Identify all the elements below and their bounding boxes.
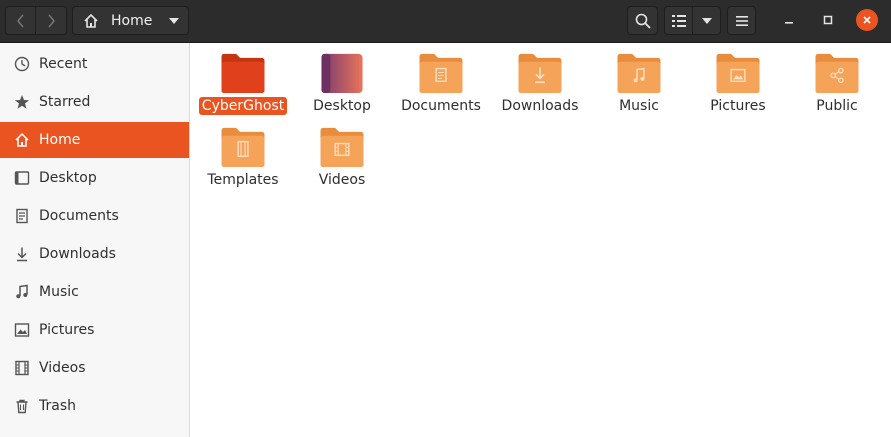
sidebar-item-label: Home <box>39 132 81 148</box>
caret-down-icon <box>701 17 712 24</box>
music-icon <box>13 283 31 301</box>
sidebar-item-recent[interactable]: Recent <box>0 46 189 82</box>
folder-templates-icon <box>221 127 265 168</box>
menu-button[interactable] <box>727 6 756 35</box>
sidebar-item-label: Music <box>39 284 79 300</box>
folder-music-icon <box>617 53 661 94</box>
sidebar-item-label: Starred <box>39 94 91 110</box>
file-name: Videos <box>318 172 366 188</box>
folder-public-icon <box>815 53 859 94</box>
file-name: Templates <box>207 172 279 188</box>
caret-down-icon <box>169 18 179 24</box>
minimize-icon <box>785 22 793 24</box>
sidebar-item-label: Downloads <box>39 246 116 262</box>
file-name: CyberGhost <box>198 97 288 115</box>
desktop-icon <box>13 169 31 187</box>
sidebar-item-label: Recent <box>39 56 88 72</box>
home-icon <box>84 13 98 28</box>
file-name: Public <box>816 98 858 114</box>
folder-red-icon <box>221 53 265 94</box>
back-button[interactable] <box>5 6 36 35</box>
file-name: Pictures <box>710 98 766 114</box>
document-icon <box>13 207 31 225</box>
sidebar-item-desktop[interactable]: Desktop <box>0 160 189 196</box>
view-options-dropdown[interactable] <box>693 6 721 35</box>
sidebar-item-documents[interactable]: Documents <box>0 198 189 234</box>
folder-pictures-icon <box>716 53 760 94</box>
file-view: CyberGhost Desktop Documents Downloads M… <box>190 43 891 437</box>
folder-videos-icon <box>320 127 364 168</box>
list-view-button[interactable] <box>664 6 693 35</box>
search-icon <box>635 13 651 29</box>
sidebar-item-label: Desktop <box>39 170 97 186</box>
sidebar-item-trash[interactable]: Trash <box>0 388 189 424</box>
maximize-icon <box>823 15 833 25</box>
close-icon <box>863 16 871 24</box>
search-button[interactable] <box>627 6 658 35</box>
forward-button[interactable] <box>36 6 67 35</box>
sidebar-item-label: Documents <box>39 208 119 224</box>
clock-icon <box>13 55 31 73</box>
sidebar-item-videos[interactable]: Videos <box>0 350 189 386</box>
star-icon <box>13 93 31 111</box>
home-icon <box>13 131 31 149</box>
chevron-left-icon <box>16 14 24 27</box>
hamburger-menu-icon <box>735 15 748 26</box>
minimize-button[interactable] <box>778 9 800 31</box>
sidebar-item-pictures[interactable]: Pictures <box>0 312 189 348</box>
download-icon <box>13 245 31 263</box>
file-name: Music <box>619 98 659 114</box>
file-item-desktop[interactable]: Desktop <box>295 45 389 115</box>
file-name: Desktop <box>313 98 371 114</box>
sidebar-item-home[interactable]: Home <box>0 122 189 158</box>
file-item-music[interactable]: Music <box>592 45 686 115</box>
file-name: Documents <box>401 98 481 114</box>
path-bar-home-button[interactable]: Home <box>72 6 189 35</box>
file-item-pictures[interactable]: Pictures <box>691 45 785 115</box>
folder-downloads-icon <box>518 53 562 94</box>
sidebar: Recent Starred Home Desktop Documents Do… <box>0 43 190 437</box>
sidebar-item-starred[interactable]: Starred <box>0 84 189 120</box>
sidebar-item-label: Trash <box>39 398 76 414</box>
sidebar-item-label: Videos <box>39 360 86 376</box>
file-item-public[interactable]: Public <box>790 45 884 115</box>
folder-documents-icon <box>419 53 463 94</box>
file-name: Downloads <box>501 98 579 114</box>
path-bar-label: Home <box>111 12 153 29</box>
sidebar-item-music[interactable]: Music <box>0 274 189 310</box>
file-item-downloads[interactable]: Downloads <box>493 45 587 115</box>
video-icon <box>13 359 31 377</box>
sidebar-item-label: Pictures <box>39 322 95 338</box>
folder-desktop-icon <box>321 53 363 94</box>
file-item-documents[interactable]: Documents <box>394 45 488 115</box>
list-view-icon <box>671 14 686 27</box>
picture-icon <box>13 321 31 339</box>
header-bar: Home <box>0 0 891 43</box>
maximize-button[interactable] <box>817 9 839 31</box>
trash-icon <box>13 397 31 415</box>
file-item-templates[interactable]: Templates <box>196 119 290 189</box>
file-item-cyberghost[interactable]: CyberGhost <box>196 45 290 115</box>
chevron-right-icon <box>48 14 55 27</box>
sidebar-item-downloads[interactable]: Downloads <box>0 236 189 272</box>
file-item-videos[interactable]: Videos <box>295 119 389 189</box>
close-button[interactable] <box>856 9 878 31</box>
